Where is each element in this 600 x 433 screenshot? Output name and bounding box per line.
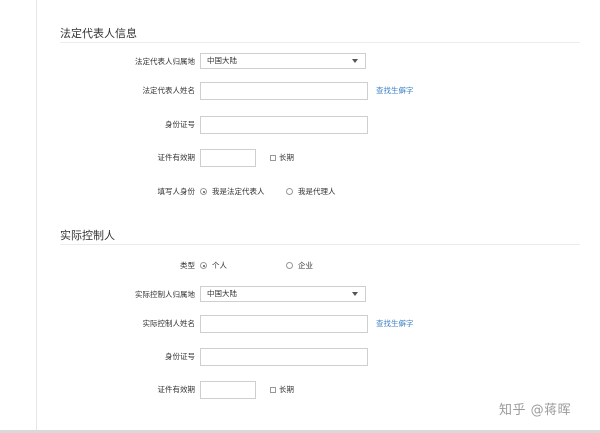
legal-rep-name-input[interactable]: [200, 82, 368, 100]
controller-id-label: 身份证号: [165, 352, 195, 361]
legal-rep-id-input[interactable]: [200, 116, 368, 134]
radio-unselected-icon: [286, 262, 293, 269]
filler-option-label: 我是代理人: [298, 187, 336, 196]
watermark-text: 知乎 @蒋晖: [499, 403, 572, 418]
chevron-down-icon: [352, 292, 358, 296]
controller-validity-label: 证件有效期: [157, 385, 196, 394]
left-divider-line: [36, 0, 37, 433]
controller-long-term-checkbox[interactable]: 长期: [270, 385, 294, 395]
controller-id-input[interactable]: [200, 348, 368, 366]
checkbox-icon: [270, 387, 276, 393]
controller-find-rare-chars-link[interactable]: 查找生僻字: [376, 319, 414, 329]
controller-section-rule: [60, 244, 580, 245]
type-option-enterprise[interactable]: 企业: [286, 261, 313, 271]
type-option-label: 企业: [298, 261, 313, 270]
chevron-down-icon: [352, 59, 358, 63]
legal-rep-region-label: 法定代表人归属地: [135, 57, 195, 66]
legal-rep-id-label: 身份证号: [165, 120, 195, 129]
filler-option-agent[interactable]: 我是代理人: [286, 187, 336, 197]
filler-option-label: 我是法定代表人: [212, 187, 265, 196]
legal-rep-long-term-checkbox[interactable]: 长期: [270, 153, 294, 163]
legal-rep-filler-label: 填写人身份: [157, 187, 196, 196]
legal-rep-find-rare-chars-link[interactable]: 查找生僻字: [376, 86, 414, 96]
controller-region-value: 中国大陆: [207, 289, 237, 298]
checkbox-icon: [270, 155, 276, 161]
controller-validity-input[interactable]: [200, 381, 256, 399]
legal-rep-name-label: 法定代表人姓名: [142, 86, 196, 95]
legal-rep-section-rule: [60, 42, 580, 43]
legal-rep-validity-input[interactable]: [200, 149, 256, 167]
type-option-label: 个人: [212, 261, 227, 270]
controller-name-input[interactable]: [200, 315, 368, 333]
legal-rep-section-title: 法定代表人信息: [60, 27, 137, 40]
legal-rep-validity-label: 证件有效期: [157, 153, 196, 162]
type-option-individual[interactable]: 个人: [200, 261, 227, 271]
controller-long-term-label: 长期: [279, 385, 294, 394]
controller-region-select[interactable]: 中国大陆: [200, 286, 366, 302]
legal-rep-region-select[interactable]: 中国大陆: [200, 53, 366, 69]
controller-region-label: 实际控制人归属地: [135, 290, 195, 299]
radio-selected-icon: [200, 188, 207, 195]
controller-section-title: 实际控制人: [60, 229, 115, 242]
controller-name-label: 实际控制人姓名: [142, 319, 196, 328]
legal-rep-long-term-label: 长期: [279, 153, 294, 162]
legal-rep-region-value: 中国大陆: [207, 56, 237, 65]
radio-unselected-icon: [286, 188, 293, 195]
radio-selected-icon: [200, 262, 207, 269]
filler-option-legal-rep[interactable]: 我是法定代表人: [200, 187, 265, 197]
controller-type-label: 类型: [180, 261, 195, 270]
